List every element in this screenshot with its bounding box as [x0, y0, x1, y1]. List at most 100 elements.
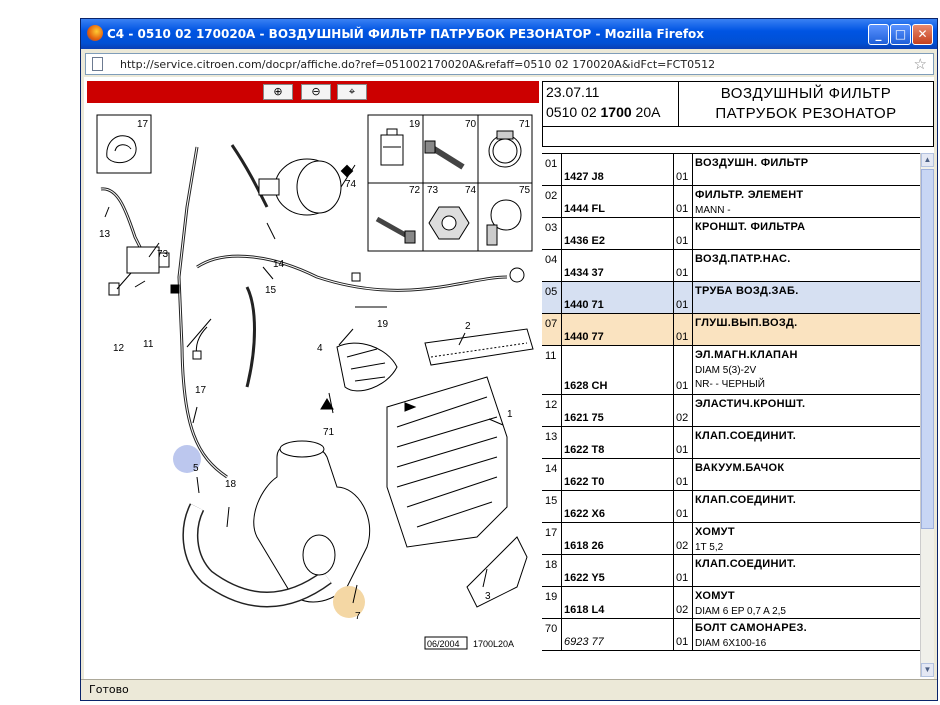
zoom-out-icon[interactable]: ⊖	[301, 84, 331, 100]
table-row[interactable]: 03 1436 E2 01 КРОНШТ. ФИЛЬТРА	[542, 218, 920, 250]
part-reference: 1444 FL	[564, 203, 605, 215]
close-button[interactable]: ✕	[912, 24, 933, 45]
row-index: 12	[545, 399, 558, 411]
part-name: ТРУБА ВОЗД.ЗАБ.	[695, 285, 799, 297]
svg-text:11: 11	[143, 339, 154, 350]
header-title-line2: ПАТРУБОК РЕЗОНАТОР	[715, 105, 897, 122]
part-quantity: 01	[676, 444, 689, 456]
part-detail: DIAM 6X100-16	[695, 638, 767, 649]
minimize-button[interactable]: _	[868, 24, 889, 45]
url-text[interactable]: http://service.citroen.com/docpr/affiche…	[120, 58, 715, 71]
part-reference: 1440 71	[564, 299, 604, 311]
part-reference: 1628 CH	[564, 380, 608, 392]
scroll-thumb[interactable]	[921, 169, 934, 529]
svg-text:74: 74	[465, 185, 477, 196]
part-reference: 1622 T8	[564, 444, 605, 456]
svg-text:19: 19	[409, 119, 421, 130]
table-row[interactable]: 13 1622 T8 01 КЛАП.СОЕДИНИТ.	[542, 427, 920, 459]
exploded-parts-diagram[interactable]: 17 19 70 71 72 73 74 75 1 2 3 4 5 7 11 1…	[87, 107, 539, 667]
part-quantity: 01	[676, 171, 689, 183]
table-row[interactable]: 07 1440 77 01 ГЛУШ.ВЫП.ВОЗД.	[542, 314, 920, 346]
scroll-down-arrow-icon[interactable]: ▼	[921, 663, 934, 677]
table-row[interactable]: 02 1444 FL 01 ФИЛЬТР. ЭЛЕМЕНТ MANN -	[542, 186, 920, 218]
svg-text:2: 2	[465, 321, 471, 332]
table-row[interactable]: 70 6923 77 01 БОЛТ САМОНАРЕЗ. DIAM 6X100-16	[542, 619, 920, 651]
vacuum-tank-14	[258, 158, 342, 216]
table-row[interactable]: 15 1622 X6 01 КЛАП.СОЕДИНИТ.	[542, 491, 920, 523]
status-text: Готово	[89, 683, 129, 696]
svg-text:12: 12	[113, 343, 125, 354]
part-quantity: 02	[676, 604, 689, 616]
svg-text:17: 17	[137, 119, 149, 130]
row-index: 07	[545, 318, 558, 330]
svg-text:19: 19	[377, 319, 389, 330]
firefox-icon	[87, 25, 103, 41]
part-reference: 1427 J8	[564, 171, 604, 183]
svg-text:71: 71	[519, 119, 531, 130]
air-filter-assembly	[336, 328, 534, 608]
parts-table[interactable]: 01 1427 J8 01 ВОЗДУШН. ФИЛЬТР 02 1444 FL 01 ФИЛ…	[542, 153, 920, 678]
parts-panel: 23.07.11 0510 02 1700 20A ВОЗДУШНЫЙ ФИЛЬ…	[542, 81, 934, 677]
part-name: КЛАП.СОЕДИНИТ.	[695, 558, 797, 570]
address-bar[interactable]: http://service.citroen.com/docpr/affiche…	[85, 53, 934, 75]
part-quantity: 01	[676, 380, 689, 392]
part-reference: 1622 Y5	[564, 572, 605, 584]
table-row[interactable]: 18 1622 Y5 01 КЛАП.СОЕДИНИТ.	[542, 555, 920, 587]
air-duct-resonator	[173, 440, 371, 618]
part-name: ЭЛ.МАГН.КЛАПАН	[695, 349, 798, 361]
part-reference: 1618 26	[564, 540, 604, 552]
svg-text:1700L20A: 1700L20A	[473, 639, 514, 649]
browser-window: C4 - 0510 02 170020A - ВОЗДУШНЫЙ ФИЛЬТР …	[80, 18, 938, 701]
part-reference: 1440 77	[564, 331, 604, 343]
part-name: ЭЛАСТИЧ.КРОНШТ.	[695, 398, 806, 410]
row-index: 03	[545, 222, 558, 234]
table-row[interactable]: 05 1440 71 01 ТРУБА ВОЗД.ЗАБ.	[542, 282, 920, 314]
table-row[interactable]: 01 1427 J8 01 ВОЗДУШН. ФИЛЬТР	[542, 154, 920, 186]
part-detail: MANN -	[695, 205, 731, 216]
part-quantity: 02	[676, 540, 689, 552]
row-index: 02	[545, 190, 558, 202]
maximize-button[interactable]: □	[890, 24, 911, 45]
table-row[interactable]: 12 1621 75 02 ЭЛАСТИЧ.КРОНШТ.	[542, 395, 920, 427]
part-name: БОЛТ САМОНАРЕЗ.	[695, 622, 808, 634]
diagram-panel: ⊕ ⊖ ⌖ 17 19 70 71 72 73 74 75 1 2 3 4 5 …	[87, 81, 539, 677]
part-reference: 1618 L4	[564, 604, 605, 616]
part-name: ГЛУШ.ВЫП.ВОЗД.	[695, 317, 798, 329]
part-name: ВАКУУМ.БАЧОК	[695, 462, 785, 474]
svg-text:73: 73	[157, 249, 169, 260]
svg-text:13: 13	[99, 229, 111, 240]
window-title: C4 - 0510 02 170020A - ВОЗДУШНЫЙ ФИЛЬТР …	[107, 27, 705, 41]
row-index: 05	[545, 286, 558, 298]
bookmark-star-icon[interactable]: ☆	[914, 55, 927, 73]
zoom-in-icon[interactable]: ⊕	[263, 84, 293, 100]
table-row[interactable]: 19 1618 L4 02 ХОМУТ DIAM 6 EP 0,7 A 2,5	[542, 587, 920, 619]
part-name: ФИЛЬТР. ЭЛЕМЕНТ	[695, 189, 804, 201]
part-quantity: 01	[676, 299, 689, 311]
part-quantity: 01	[676, 203, 689, 215]
svg-text:06/2004: 06/2004	[427, 639, 460, 649]
table-row[interactable]: 17 1618 26 02 ХОМУТ 1T 5,2	[542, 523, 920, 555]
scroll-up-arrow-icon[interactable]: ▲	[921, 153, 934, 167]
pan-icon[interactable]: ⌖	[337, 84, 367, 100]
svg-text:18: 18	[225, 479, 237, 490]
svg-text:14: 14	[273, 259, 285, 270]
part-quantity: 01	[676, 235, 689, 247]
status-bar: Готово	[81, 679, 937, 700]
title-bar[interactable]: C4 - 0510 02 170020A - ВОЗДУШНЫЙ ФИЛЬТР …	[81, 19, 937, 49]
page-icon	[92, 57, 103, 71]
diagram-stamp: 06/2004 1700L20A	[424, 636, 514, 650]
parts-scrollbar[interactable]: ▲ ▼	[920, 153, 934, 677]
svg-text:73: 73	[427, 185, 439, 196]
part-name: КЛАП.СОЕДИНИТ.	[695, 430, 797, 442]
part-reference: 1622 X6	[564, 508, 605, 520]
part-name: ВОЗД.ПАТР.НАС.	[695, 253, 791, 265]
row-index: 19	[545, 591, 558, 603]
part-name: ВОЗДУШН. ФИЛЬТР	[695, 157, 809, 169]
table-row[interactable]: 04 1434 37 01 ВОЗД.ПАТР.НАС.	[542, 250, 920, 282]
header-date: 23.07.11	[546, 84, 600, 100]
part-name: КРОНШТ. ФИЛЬТРА	[695, 221, 806, 233]
table-row[interactable]: 11 1628 CH 01 ЭЛ.МАГН.КЛАПАН DIAM 5(3)-2V NR-…	[542, 346, 920, 395]
table-row[interactable]: 14 1622 T0 01 ВАКУУМ.БАЧОК	[542, 459, 920, 491]
row-index: 18	[545, 559, 558, 571]
svg-text:17: 17	[195, 385, 207, 396]
